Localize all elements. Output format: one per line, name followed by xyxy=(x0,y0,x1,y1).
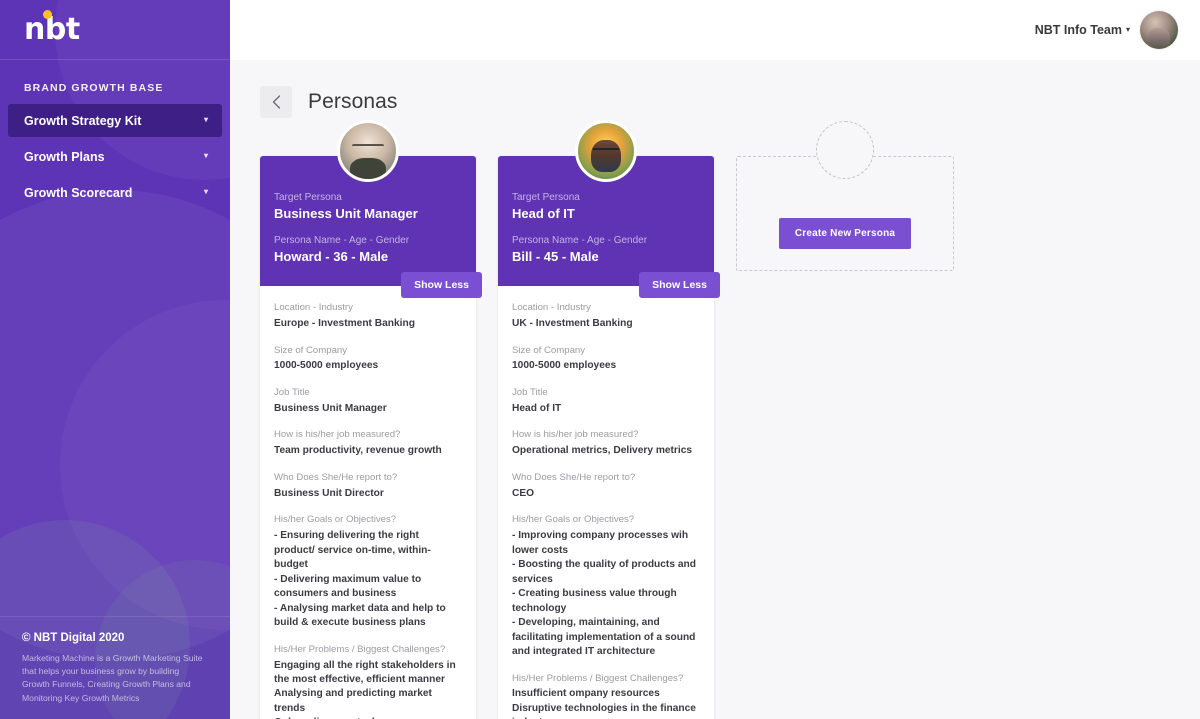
topbar: NBT Info Team ▾ xyxy=(230,0,1200,60)
field-label: Who Does She/He report to? xyxy=(512,471,636,483)
field-value: UK - Investment Banking xyxy=(512,318,633,330)
persona-field: Who Does She/He report to? CEO xyxy=(512,472,700,501)
app-root: nbt BRAND GROWTH BASE Growth Strategy Ki… xyxy=(0,0,1200,719)
persona-field: How is his/her job measured? Team produc… xyxy=(274,429,462,458)
field-value: Operational metrics, Delivery metrics xyxy=(512,445,693,457)
persona-field: His/Her Problems / Biggest Challenges? I… xyxy=(512,673,700,719)
field-label: His/her Goals or Objectives? xyxy=(274,514,397,526)
persona-card: Target Persona Head of IT Persona Name -… xyxy=(498,120,720,719)
persona-field: His/her Goals or Objectives? - Improving… xyxy=(512,514,700,659)
persona-identity-label: Persona Name - Age - Gender xyxy=(512,235,648,247)
avatar[interactable] xyxy=(1140,10,1178,49)
field-label: Job Title xyxy=(512,386,548,398)
target-persona-value: Head of IT xyxy=(512,206,575,222)
back-button[interactable] xyxy=(260,86,292,119)
sidebar-nav: Growth Strategy Kit ▾ Growth Plans ▾ Gro… xyxy=(0,104,230,209)
sidebar-item-growth-scorecard[interactable]: Growth Scorecard ▾ xyxy=(8,176,222,209)
field-value: Europe - Investment Banking xyxy=(274,318,415,330)
chevron-down-icon: ▾ xyxy=(203,187,208,196)
sidebar-item-growth-strategy-kit[interactable]: Growth Strategy Kit ▾ xyxy=(8,104,222,137)
footer-description: Marketing Machine is a Growth Marketing … xyxy=(22,652,203,703)
persona-identity-value: Bill - 45 - Male xyxy=(512,249,599,265)
field-label: How is his/her job measured? xyxy=(512,429,639,441)
persona-field: Job Title Business Unit Manager xyxy=(274,387,462,416)
field-label: Job Title xyxy=(274,386,310,398)
page-title: Personas xyxy=(308,90,398,114)
target-persona-label: Target Persona xyxy=(512,192,580,204)
persona-field: Who Does She/He report to? Business Unit… xyxy=(274,472,462,501)
chevron-down-icon: ▾ xyxy=(203,115,208,124)
persona-field: Location - Industry Europe - Investment … xyxy=(274,302,462,331)
decorative-blob xyxy=(60,300,230,630)
field-value: Business Unit Director xyxy=(274,487,384,499)
persona-identity-label: Persona Name - Age - Gender xyxy=(274,235,410,247)
field-value: Insufficient ompany resources Disruptive… xyxy=(512,688,696,719)
sidebar: nbt BRAND GROWTH BASE Growth Strategy Ki… xyxy=(0,0,230,719)
field-value: 1000-5000 employees xyxy=(512,360,617,372)
main-content: NBT Info Team ▾ Personas Target Persona … xyxy=(230,0,1200,719)
page-header: Personas xyxy=(230,60,1200,128)
sidebar-item-label: Growth Plans xyxy=(24,149,105,164)
personas-list: Target Persona Business Unit Manager Per… xyxy=(230,120,1200,719)
create-new-persona-button[interactable]: Create New Persona xyxy=(778,218,912,250)
persona-avatar xyxy=(575,120,637,183)
persona-field: Job Title Head of IT xyxy=(512,387,700,416)
target-persona-label: Target Persona xyxy=(274,192,342,204)
persona-card-body: Location - Industry UK - Investment Bank… xyxy=(498,286,714,719)
chevron-down-icon: ▾ xyxy=(203,151,208,160)
logo-text: nbt xyxy=(24,11,80,47)
target-persona-value: Business Unit Manager xyxy=(274,206,418,222)
field-value: CEO xyxy=(512,487,535,499)
sidebar-footer: © NBT Digital 2020 Marketing Machine is … xyxy=(0,615,230,719)
nbt-logo: nbt xyxy=(24,9,80,47)
chevron-down-icon: ▾ xyxy=(1125,25,1130,34)
persona-identity-value: Howard - 36 - Male xyxy=(274,249,389,265)
persona-card: Target Persona Business Unit Manager Per… xyxy=(260,120,482,719)
chevron-left-icon xyxy=(272,95,280,109)
sidebar-item-growth-plans[interactable]: Growth Plans ▾ xyxy=(8,140,222,173)
field-value: Business Unit Manager xyxy=(274,402,387,414)
sidebar-item-label: Growth Strategy Kit xyxy=(24,113,142,128)
persona-field: Size of Company 1000-5000 employees xyxy=(512,345,700,374)
show-less-button[interactable]: Show Less xyxy=(401,272,482,299)
field-value: Head of IT xyxy=(512,402,562,414)
decorative-blob xyxy=(0,190,230,660)
field-label: Location - Industry xyxy=(512,302,591,314)
field-value: Team productivity, revenue growth xyxy=(274,445,442,457)
sidebar-item-label: Growth Scorecard xyxy=(24,185,133,200)
field-label: Size of Company xyxy=(274,344,348,356)
logo-dot-icon xyxy=(43,9,52,19)
create-persona-card[interactable]: Create New Persona xyxy=(736,121,954,272)
divider xyxy=(0,615,230,617)
field-label: Location - Industry xyxy=(274,302,353,314)
field-value: - Ensuring delivering the right product/… xyxy=(274,530,446,629)
field-label: His/her Goals or Objectives? xyxy=(512,514,635,526)
persona-field: Size of Company 1000-5000 employees xyxy=(274,345,462,374)
field-label: His/Her Problems / Biggest Challenges? xyxy=(274,643,446,655)
persona-card-body: Location - Industry Europe - Investment … xyxy=(260,286,476,719)
field-value: Engaging all the right stakeholders in t… xyxy=(274,659,456,719)
field-label: His/Her Problems / Biggest Challenges? xyxy=(512,672,684,684)
show-less-button[interactable]: Show Less xyxy=(639,272,720,299)
field-label: Who Does She/He report to? xyxy=(274,471,398,483)
persona-field: Location - Industry UK - Investment Bank… xyxy=(512,302,700,331)
empty-avatar-icon xyxy=(816,121,874,180)
logo-area[interactable]: nbt xyxy=(0,0,230,60)
field-value: 1000-5000 employees xyxy=(274,360,379,372)
field-value: - Improving company processes wih lower … xyxy=(512,530,696,658)
persona-avatar xyxy=(337,120,399,183)
field-label: Size of Company xyxy=(512,344,586,356)
sidebar-section-title: BRAND GROWTH BASE xyxy=(24,82,164,94)
field-label: How is his/her job measured? xyxy=(274,429,401,441)
user-menu[interactable]: NBT Info Team ▾ xyxy=(1034,10,1178,49)
persona-field: His/Her Problems / Biggest Challenges? E… xyxy=(274,644,462,719)
persona-field: How is his/her job measured? Operational… xyxy=(512,429,700,458)
user-name-label: NBT Info Team xyxy=(1034,22,1122,37)
persona-field: His/her Goals or Objectives? - Ensuring … xyxy=(274,514,462,630)
copyright-text: © NBT Digital 2020 xyxy=(22,631,125,644)
